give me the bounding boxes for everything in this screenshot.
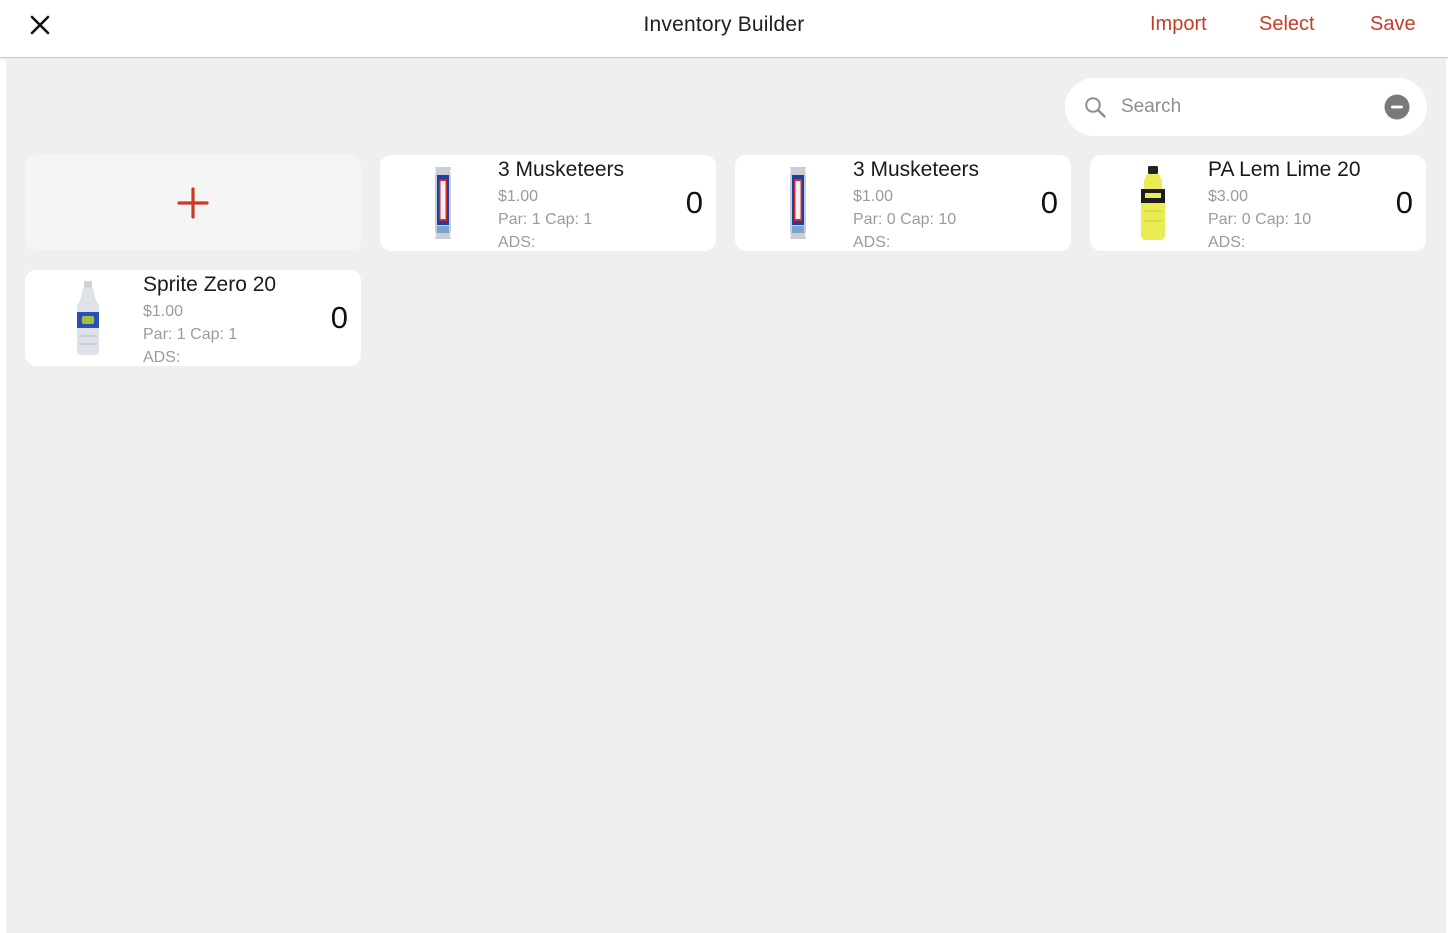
plus-icon — [176, 186, 210, 220]
item-name: Sprite Zero 20 — [143, 273, 277, 296]
item-ads: ADS: — [853, 234, 891, 251]
inventory-item-card[interactable]: Sprite Zero 20 $1.00 Par: 1 Cap: 1 ADS: … — [25, 270, 361, 366]
item-name: PA Lem Lime 20 — [1208, 158, 1361, 181]
page-title: Inventory Builder — [643, 13, 805, 36]
clear-search-button[interactable] — [1384, 94, 1410, 120]
item-par-cap: Par: 0 Cap: 10 — [853, 211, 957, 228]
import-button[interactable]: Import — [1150, 13, 1207, 36]
minus-circle-icon — [1384, 94, 1410, 120]
search-bar — [1065, 78, 1427, 136]
item-price: $3.00 — [1208, 188, 1249, 205]
item-price: $1.00 — [143, 303, 184, 320]
search-icon — [1083, 95, 1107, 119]
item-price: $1.00 — [853, 188, 894, 205]
inventory-item-card[interactable]: PA Lem Lime 20 $3.00 Par: 0 Cap: 10 ADS:… — [1090, 155, 1426, 251]
inventory-content: 3 Musketeers $1.00 Par: 1 Cap: 1 ADS: 0 … — [6, 59, 1446, 933]
inventory-item-card[interactable]: 3 Musketeers $1.00 Par: 0 Cap: 10 ADS: 0 — [735, 155, 1071, 251]
item-count: 0 — [1395, 185, 1413, 220]
item-par-cap: Par: 0 Cap: 10 — [1208, 211, 1312, 228]
sports-drink-bottle-image — [1118, 163, 1188, 243]
inventory-item-card[interactable]: 3 Musketeers $1.00 Par: 1 Cap: 1 ADS: 0 — [380, 155, 716, 251]
soda-bottle-image — [53, 278, 123, 358]
item-count: 0 — [685, 185, 703, 220]
item-par-cap: Par: 1 Cap: 1 — [143, 326, 238, 343]
item-count: 0 — [1040, 185, 1058, 220]
item-price: $1.00 — [498, 188, 539, 205]
select-button[interactable]: Select — [1259, 13, 1315, 36]
item-count: 0 — [330, 300, 348, 335]
close-icon — [30, 15, 50, 35]
navigation-bar: Inventory Builder Import Select Save — [0, 0, 1448, 58]
item-ads: ADS: — [143, 349, 181, 366]
close-button[interactable] — [24, 9, 56, 41]
save-button[interactable]: Save — [1370, 13, 1416, 36]
item-name: 3 Musketeers — [498, 158, 625, 181]
item-par-cap: Par: 1 Cap: 1 — [498, 211, 593, 228]
item-ads: ADS: — [498, 234, 536, 251]
item-name: 3 Musketeers — [853, 158, 980, 181]
item-ads: ADS: — [1208, 234, 1246, 251]
candy-bar-image — [763, 163, 833, 243]
add-item-button[interactable] — [25, 155, 361, 251]
candy-bar-image — [408, 163, 478, 243]
search-input[interactable] — [1121, 90, 1371, 124]
